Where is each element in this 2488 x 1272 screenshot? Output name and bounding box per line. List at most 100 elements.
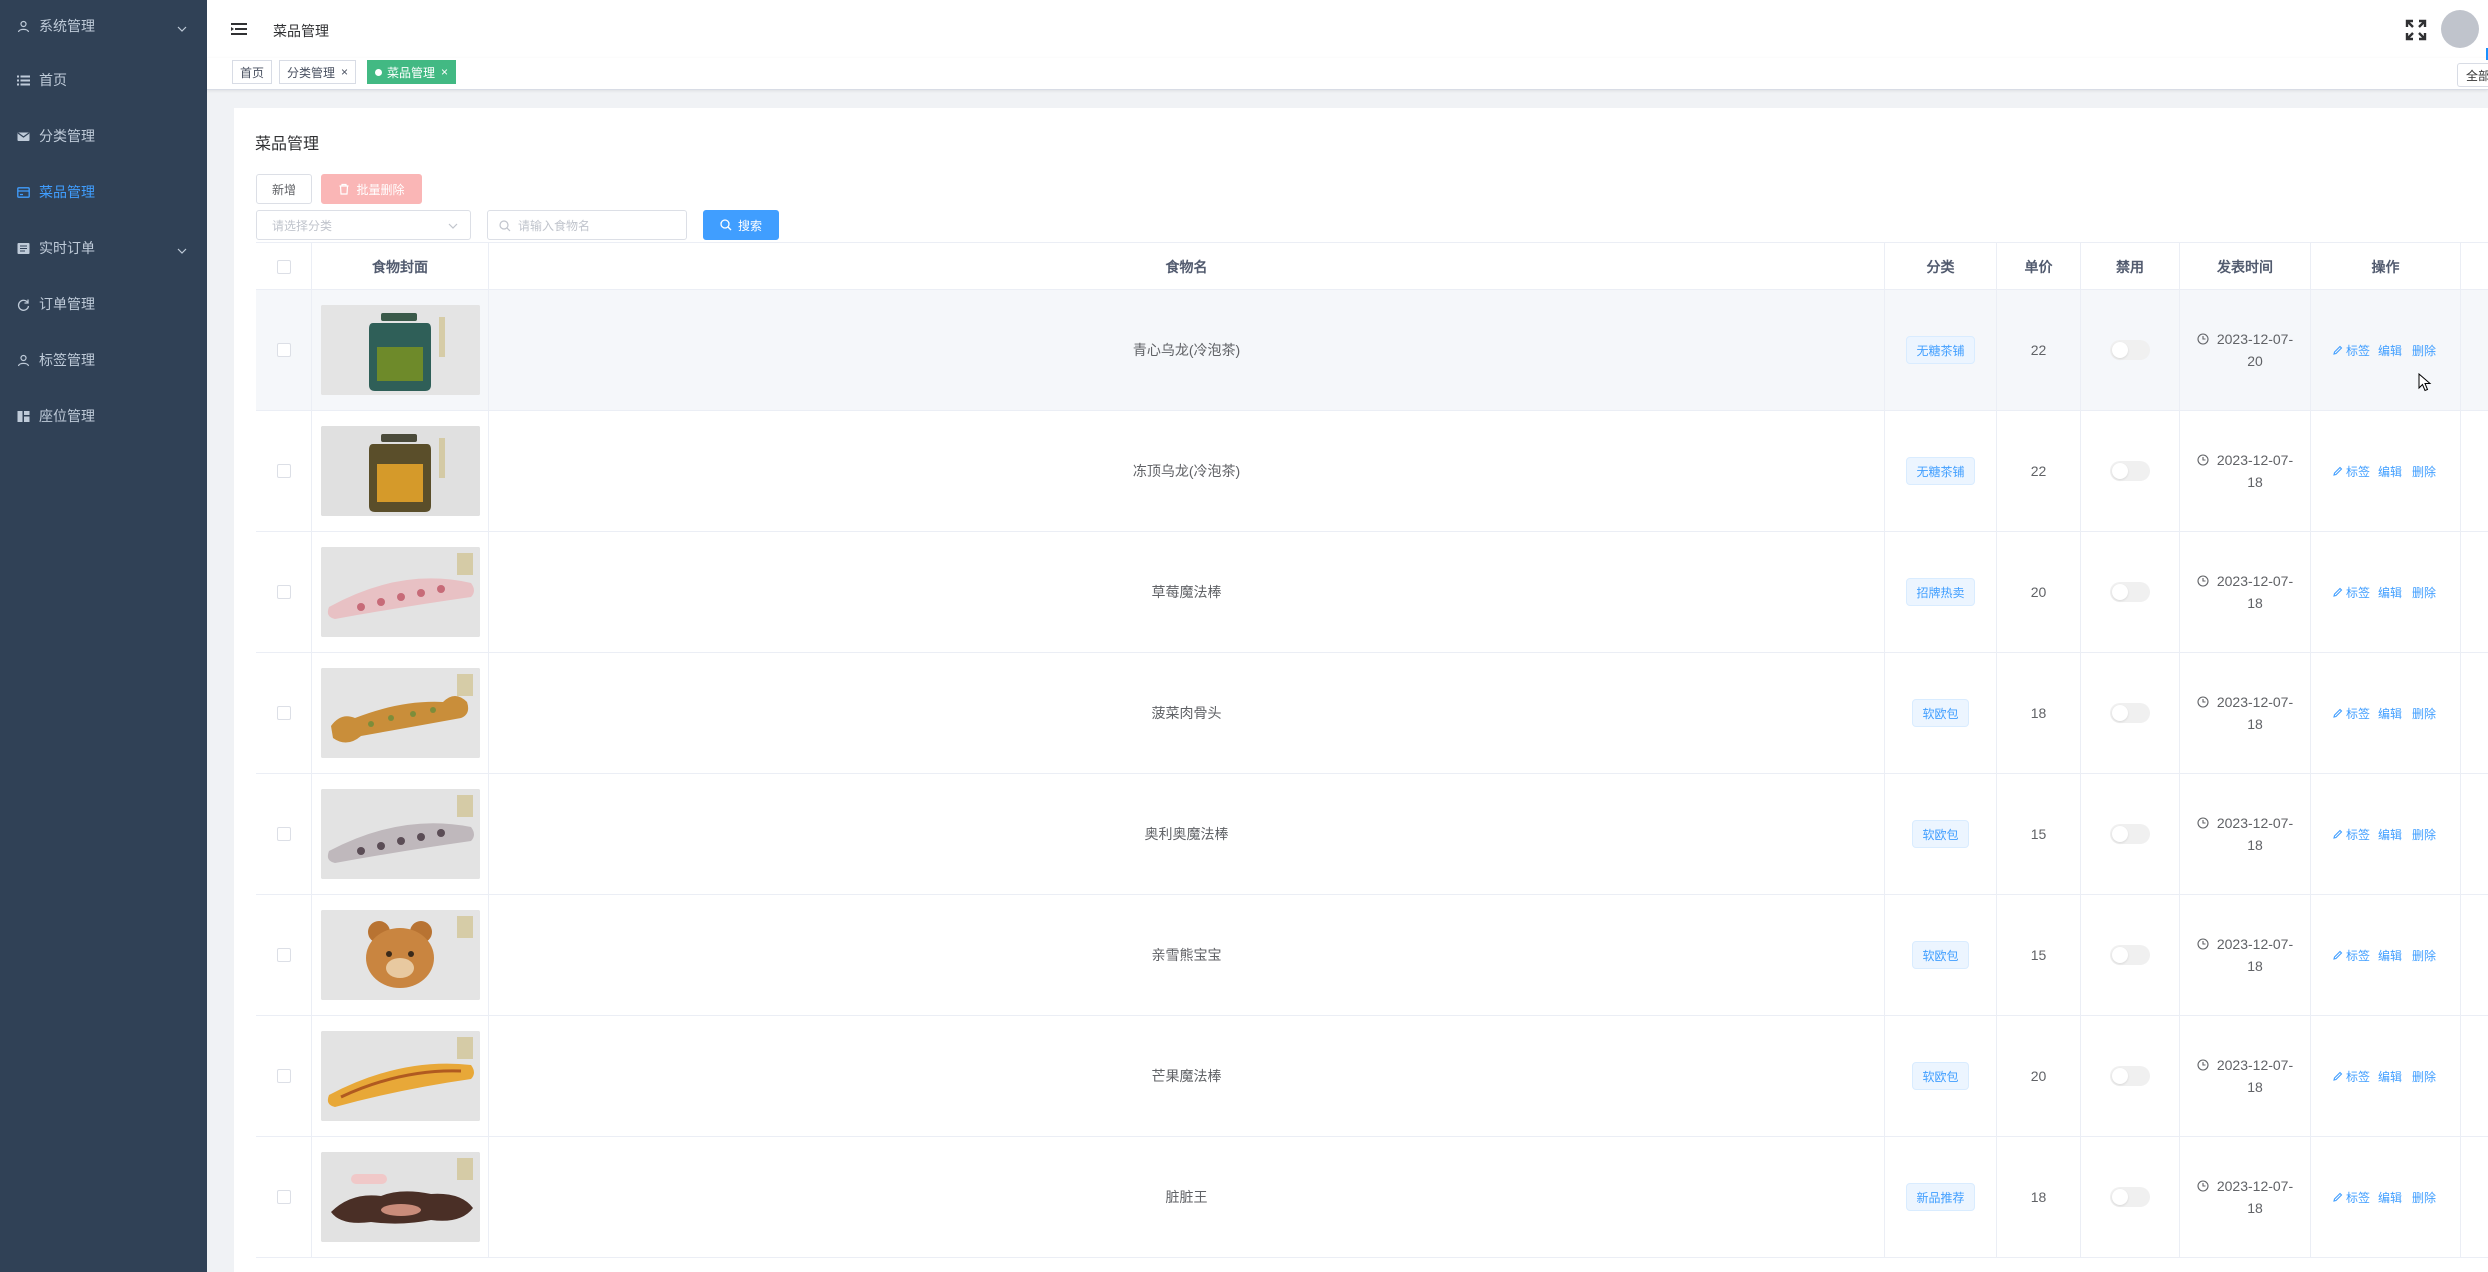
price: 20 [2030, 584, 2047, 600]
food-name: 冻顶乌龙(冷泡茶) [1132, 463, 1241, 479]
sidebar-item-label: 系统管理 [39, 18, 95, 34]
delete-link[interactable]: 删除 [2412, 705, 2436, 722]
sidebar-item[interactable]: 标签管理 [0, 332, 207, 388]
edit-link[interactable]: 编辑 [2378, 705, 2402, 722]
row-checkbox[interactable] [276, 827, 291, 841]
search-input[interactable]: 请输入食物名 [487, 210, 687, 240]
sidebar-item[interactable]: 座位管理 [0, 388, 207, 444]
disable-toggle[interactable] [2110, 340, 2150, 360]
ops-cell: 标签 编辑 删除 [2311, 532, 2461, 652]
food-cover-image [320, 426, 480, 516]
price: 20 [2030, 1068, 2047, 1084]
edit-link[interactable]: 编辑 [2378, 947, 2402, 964]
sidebar-item-label: 订单管理 [39, 296, 95, 312]
close-icon[interactable]: × [441, 65, 448, 79]
row-checkbox[interactable] [276, 948, 291, 962]
row-checkbox[interactable] [276, 1190, 291, 1204]
category-cell: 软欧包 [1885, 774, 1997, 894]
row-checkbox[interactable] [276, 706, 291, 720]
name-cell: 青心乌龙(冷泡茶) [489, 290, 1885, 410]
delete-link[interactable]: 删除 [2412, 342, 2436, 359]
price: 15 [2030, 947, 2047, 963]
select-all-checkbox[interactable] [276, 259, 291, 274]
publish-date: 2023-12-07- 18 [2197, 1054, 2293, 1098]
edit-link[interactable]: 编辑 [2378, 1068, 2402, 1085]
ops-cell: 标签 编辑 删除 [2311, 653, 2461, 773]
edit-icon [2333, 345, 2343, 355]
edit-icon [2333, 587, 2343, 597]
table-row[interactable]: 奥利奥魔法棒 软欧包 15 2023-12-07- 18 标签 编辑 删除 [256, 774, 2488, 895]
table-row[interactable]: 亲雪熊宝宝 软欧包 15 2023-12-07- 18 标签 编辑 删除 [256, 895, 2488, 1016]
tag-link[interactable]: 标签 [2332, 705, 2370, 722]
delete-link[interactable]: 删除 [2412, 947, 2436, 964]
category-select[interactable]: 请选择分类 [256, 210, 471, 240]
sidebar-item[interactable]: 分类管理 [0, 108, 207, 164]
sidebar-item-label: 实时订单 [39, 240, 95, 256]
delete-link[interactable]: 删除 [2412, 1189, 2436, 1206]
tag-link[interactable]: 标签 [2332, 342, 2370, 359]
table-row[interactable]: 脏脏王 新品推荐 18 2023-12-07- 18 标签 编辑 删除 [256, 1137, 2488, 1258]
tag-link[interactable]: 标签 [2332, 826, 2370, 843]
mouse-cursor-icon [2418, 373, 2432, 392]
add-button[interactable]: 新增 [256, 174, 312, 204]
edit-link[interactable]: 编辑 [2378, 584, 2402, 601]
close-icon[interactable]: × [341, 65, 348, 79]
select-all-header[interactable] [256, 243, 312, 290]
tag-dishes[interactable]: 菜品管理 × [367, 60, 457, 84]
tag-link[interactable]: 标签 [2332, 1068, 2370, 1085]
sidebar-item-label: 首页 [39, 72, 67, 88]
table-row[interactable]: 冻顶乌龙(冷泡茶) 无糖茶铺 22 2023-12-07- 18 标签 编辑 删除 [256, 411, 2488, 532]
disable-toggle[interactable] [2110, 1066, 2150, 1086]
edit-icon [2333, 1071, 2343, 1081]
disabled-cell [2081, 1016, 2180, 1136]
table-row[interactable]: 草莓魔法棒 招牌热卖 20 2023-12-07- 18 标签 编辑 删除 [256, 532, 2488, 653]
sidebar-item[interactable]: 菜品管理 [0, 164, 207, 220]
tag-label: 菜品管理 [387, 65, 436, 80]
tag-category[interactable]: 分类管理 × [279, 60, 357, 84]
sidebar-item[interactable]: 实时订单 [0, 220, 207, 276]
tag-link[interactable]: 标签 [2332, 947, 2370, 964]
disable-toggle[interactable] [2110, 945, 2150, 965]
sidebar-item[interactable]: 订单管理 [0, 276, 207, 332]
tag-link[interactable]: 标签 [2332, 584, 2370, 601]
table-row[interactable]: 芒果魔法棒 软欧包 20 2023-12-07- 18 标签 编辑 删除 [256, 1016, 2488, 1137]
delete-link[interactable]: 删除 [2412, 584, 2436, 601]
name-cell: 奥利奥魔法棒 [489, 774, 1885, 894]
row-checkbox[interactable] [276, 343, 291, 357]
tag-link[interactable]: 标签 [2332, 463, 2370, 480]
sidebar-item[interactable]: 首页 [0, 52, 207, 108]
cover-cell [312, 774, 489, 894]
disable-toggle[interactable] [2110, 582, 2150, 602]
disable-toggle[interactable] [2110, 824, 2150, 844]
edit-link[interactable]: 编辑 [2378, 826, 2402, 843]
delete-link[interactable]: 删除 [2412, 463, 2436, 480]
edit-link[interactable]: 编辑 [2378, 463, 2402, 480]
batch-delete-button[interactable]: 批量删除 [321, 174, 422, 204]
delete-link[interactable]: 删除 [2412, 826, 2436, 843]
hamburger-icon[interactable] [231, 21, 247, 37]
fullscreen-icon[interactable] [2405, 19, 2427, 41]
column-header: 食物封面 [312, 243, 489, 290]
row-checkbox[interactable] [276, 1069, 291, 1083]
food-name: 芒果魔法棒 [1151, 1068, 1222, 1084]
cover-cell [312, 895, 489, 1015]
edit-link[interactable]: 编辑 [2378, 342, 2402, 359]
row-checkbox[interactable] [276, 585, 291, 599]
sidebar-item[interactable]: 系统管理 [0, 0, 207, 54]
tag-home[interactable]: 首页 [232, 60, 273, 84]
tag-link-label: 标签 [2346, 706, 2371, 721]
avatar[interactable] [2441, 10, 2479, 48]
disable-toggle[interactable] [2110, 703, 2150, 723]
table-row[interactable]: 菠菜肉骨头 软欧包 18 2023-12-07- 18 标签 编辑 删除 [256, 653, 2488, 774]
category-cell: 软欧包 [1885, 653, 1997, 773]
date-cell: 2023-12-07- 20 [2180, 290, 2311, 410]
delete-link[interactable]: 删除 [2412, 1068, 2436, 1085]
close-all-button[interactable]: 全部 [2457, 63, 2488, 87]
disable-toggle[interactable] [2110, 1187, 2150, 1207]
edit-link[interactable]: 编辑 [2378, 1189, 2402, 1206]
row-checkbox[interactable] [276, 464, 291, 478]
disable-toggle[interactable] [2110, 461, 2150, 481]
search-button[interactable]: 搜索 [703, 210, 779, 240]
table-row[interactable]: 青心乌龙(冷泡茶) 无糖茶铺 22 2023-12-07- 20 标签 编辑 删除 [256, 290, 2488, 411]
tag-link[interactable]: 标签 [2332, 1189, 2370, 1206]
